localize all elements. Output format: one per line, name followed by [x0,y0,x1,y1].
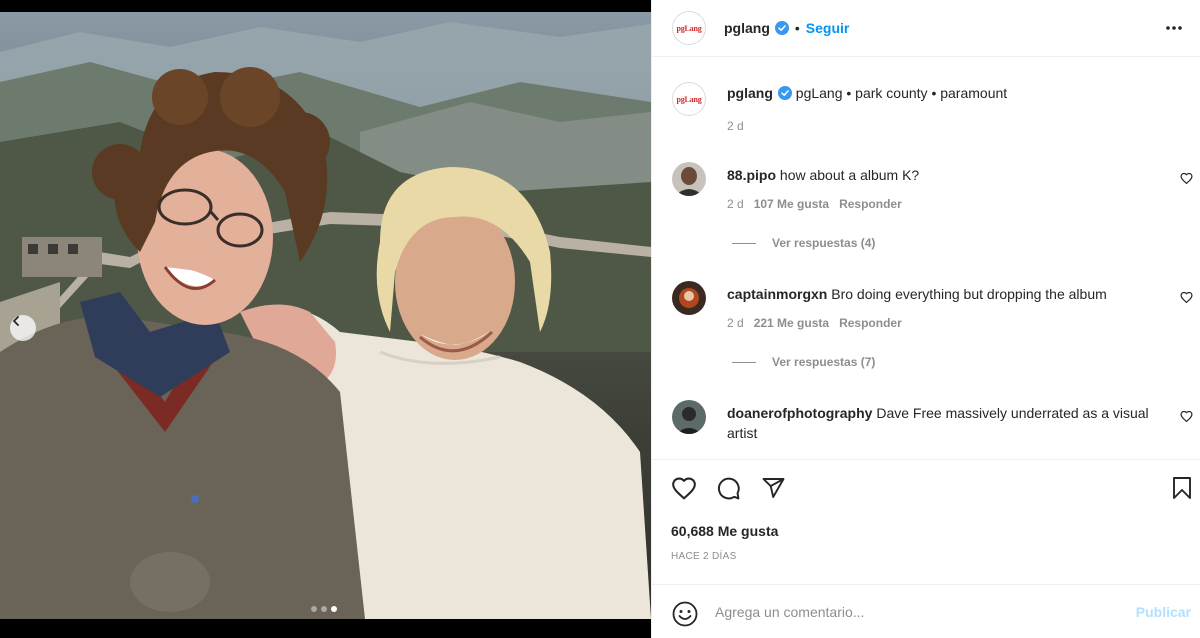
caption-timestamp: 2 d [727,119,744,133]
like-heart-icon[interactable] [671,476,697,505]
comment-body: captainmorgxn Bro doing everything but d… [727,284,1157,304]
comment-meta: 2 d 107 Me gusta Responder [727,197,902,211]
comment-likes-button[interactable]: 221 Me gusta [754,316,829,330]
post-details-panel: pgLang pglang • Seguir pgLang pglang pgL… [651,0,1200,638]
comment-timestamp: 2 d [727,316,744,330]
caption-avatar-logo: pgLang [676,94,702,104]
comment-input[interactable] [715,602,1115,622]
view-replies-button[interactable]: Ver respuestas (7) [732,355,875,369]
author-username[interactable]: pglang [724,20,770,36]
view-replies-label: Ver respuestas (4) [772,236,876,250]
comment-icon[interactable] [716,476,741,506]
author-avatar[interactable]: pgLang [672,11,706,45]
header-separator: • [794,20,800,36]
add-comment-bar: Publicar [652,584,1200,638]
share-icon[interactable] [761,476,786,505]
author-avatar-logo: pgLang [676,23,702,33]
comments-list: pgLang pglang pgLang • park county • par… [652,57,1200,460]
post-header: pgLang pglang • Seguir [652,0,1200,57]
commenter-avatar[interactable] [672,281,706,315]
comment-text: Bro doing everything but dropping the al… [831,286,1107,302]
photo-illustration [0,22,651,619]
verified-badge-icon [777,86,792,100]
comment-timestamp: 2 d [727,197,744,211]
comment-like-heart-icon[interactable] [1180,172,1193,190]
comment-like-heart-icon[interactable] [1180,291,1193,309]
comment-reply-button[interactable]: Responder [839,316,902,330]
comment-username[interactable]: 88.pipo [727,167,776,183]
commenter-avatar[interactable] [672,162,706,196]
comment-body: doanerofphotography Dave Free massively … [727,403,1157,443]
comment-reply-button[interactable]: Responder [839,197,902,211]
verified-badge-icon [774,21,789,35]
comment-meta: 2 d 221 Me gusta Responder [727,316,902,330]
comment-body: 88.pipo how about a album K? [727,165,1157,185]
carousel-prev-button[interactable] [10,315,36,341]
bookmark-icon[interactable] [1171,476,1193,505]
replies-line [732,242,756,244]
view-replies-button[interactable]: Ver respuestas (4) [732,236,875,250]
view-replies-label: Ver respuestas (7) [772,355,876,369]
post-photo[interactable] [0,12,651,619]
comment-username[interactable]: captainmorgxn [727,286,827,302]
post-media [0,0,651,638]
commenter-avatar[interactable] [672,400,706,434]
caption-text-block: pglang pgLang • park county • paramount [727,84,1007,116]
carousel-dot [311,606,317,612]
caption-author-avatar[interactable]: pgLang [672,82,706,116]
caption-username[interactable]: pglang [727,85,773,101]
carousel-dot [321,606,327,612]
replies-line [732,361,756,363]
comment-text: how about a album K? [779,167,920,183]
carousel-indicator [311,606,337,612]
more-options-icon[interactable] [1160,14,1188,47]
follow-button[interactable]: Seguir [806,20,850,36]
comment-likes-button[interactable]: 107 Me gusta [754,197,829,211]
publish-button[interactable]: Publicar [1136,604,1191,620]
post-timestamp: HACE 2 DÍAS [671,551,737,562]
post-actions-bar [652,460,1200,520]
emoji-icon[interactable] [672,601,698,632]
caption-text: pgLang • park county • paramount [795,85,1008,101]
comment-like-heart-icon[interactable] [1180,410,1193,428]
carousel-dot-active [331,606,337,612]
post-likes-count[interactable]: 60,688 Me gusta [671,523,778,539]
post-caption: pgLang pglang pgLang • park county • par… [672,82,1007,116]
comment-username[interactable]: doanerofphotography [727,405,872,421]
